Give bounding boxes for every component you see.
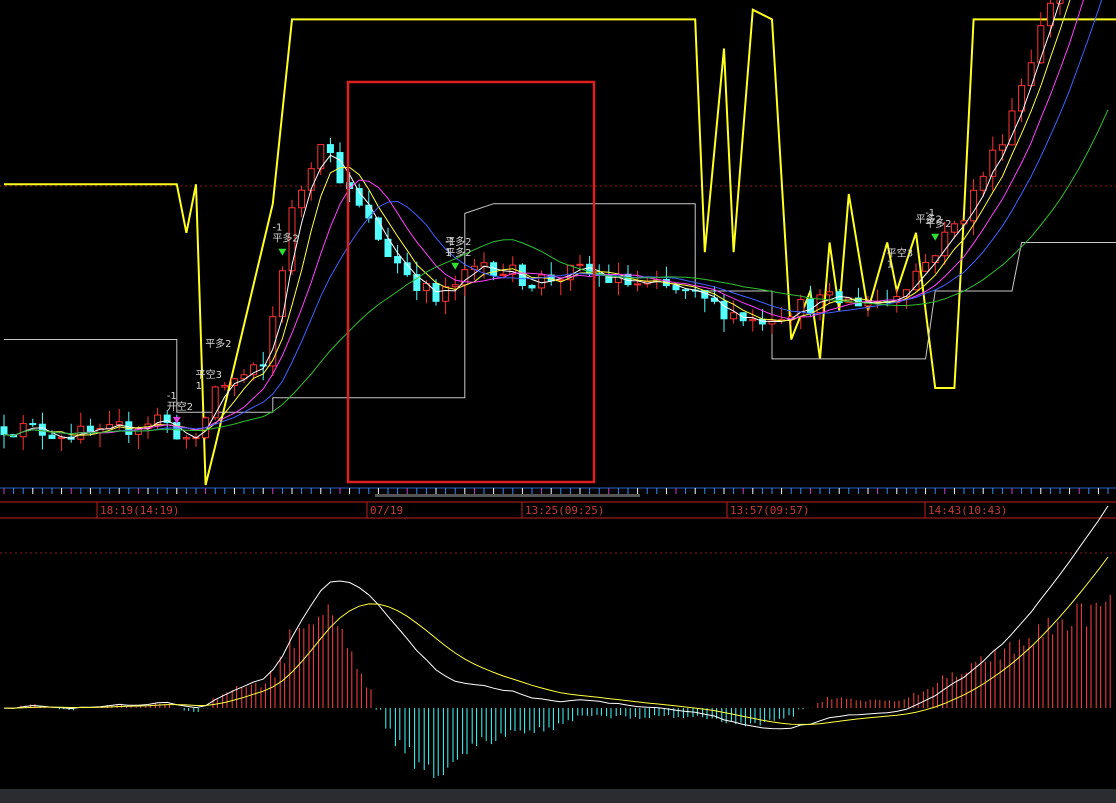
candle-body (922, 261, 930, 272)
candle-body (182, 437, 190, 440)
signal-label: 1 (196, 381, 202, 392)
candle-body (355, 188, 363, 206)
candle-body (634, 283, 642, 286)
status-bar (0, 789, 1116, 803)
channel-line (4, 203, 1116, 413)
candle-body (730, 312, 738, 320)
time-axis: 18:19(14:19) 07/19 13:25(09:25) 13:57(09:57… (0, 487, 1116, 519)
candle-body (826, 291, 834, 296)
candle-body (950, 223, 958, 233)
candle-body (115, 421, 123, 426)
candle-body (19, 423, 27, 438)
candle-body (576, 263, 584, 266)
candle-body (442, 286, 450, 302)
candle-body (499, 273, 507, 276)
time-tick-label: 13:25(09:25) (525, 504, 604, 517)
signal-label: 平空3 (887, 247, 913, 260)
signal-label: -1 (272, 223, 282, 234)
scrollbar (375, 494, 640, 497)
candle-body (394, 256, 402, 264)
signal-label: 平空3 (196, 368, 222, 381)
candle-body (797, 299, 805, 318)
candle-body (298, 189, 306, 209)
signal-label: 平多2 (925, 217, 951, 230)
candle-body (278, 270, 286, 318)
candle-body (739, 312, 747, 322)
candle-body (528, 285, 536, 289)
macd-panel (3, 505, 1111, 778)
signal-label: 1 (445, 248, 451, 259)
ma-line-24 (3, 109, 1109, 437)
chart-canvas: -1开空2平多2平空31-1平多2 -1平多2平多21平多2平空31-1平多2 1… (0, 0, 1116, 778)
signal-arrow (931, 233, 940, 241)
time-tick-label: 18:19(14:19) (100, 504, 179, 517)
trading-chart: -1 开空2 平多2 平空3 1 -1 平多2 -1 平多2 平多2 1 平多2 平空3 1 -1 平多2 1… (0, 0, 1116, 803)
time-tick-label: 14:43(10:43) (928, 504, 1007, 517)
time-tick-label: 07/19 (370, 504, 403, 517)
candle-body (1046, 2, 1054, 27)
signal-arrow (278, 248, 287, 256)
signal-label: 平多2 (272, 232, 298, 245)
signal-label: 开空2 (167, 400, 193, 413)
signal-label: 平多2 (205, 337, 231, 350)
candle-body (326, 144, 334, 154)
grid (0, 185, 1116, 554)
candle-body (307, 168, 315, 191)
candle-body (998, 144, 1006, 151)
signal-label: 平多2 (445, 235, 471, 248)
candle-body (538, 274, 546, 289)
candle-body (221, 384, 229, 388)
candle-body (38, 423, 46, 436)
candle-body (48, 434, 56, 439)
signal-label: -1 (167, 391, 177, 402)
candle-body (979, 175, 987, 191)
candle-body (451, 284, 459, 288)
candle-body (931, 255, 939, 263)
candle-body (0, 426, 8, 436)
candle-body (1027, 62, 1035, 87)
signal-label: 1 (887, 260, 893, 271)
candle-body (749, 318, 757, 322)
signal-arrow (451, 262, 460, 270)
candle-body (682, 289, 690, 292)
candle-body (29, 423, 37, 426)
candle-body (970, 189, 978, 222)
candle-body (912, 270, 920, 291)
signal-label: -1 (925, 208, 935, 219)
time-tick-label: 13:57(09:57) (730, 504, 809, 517)
candle-body (432, 283, 440, 302)
